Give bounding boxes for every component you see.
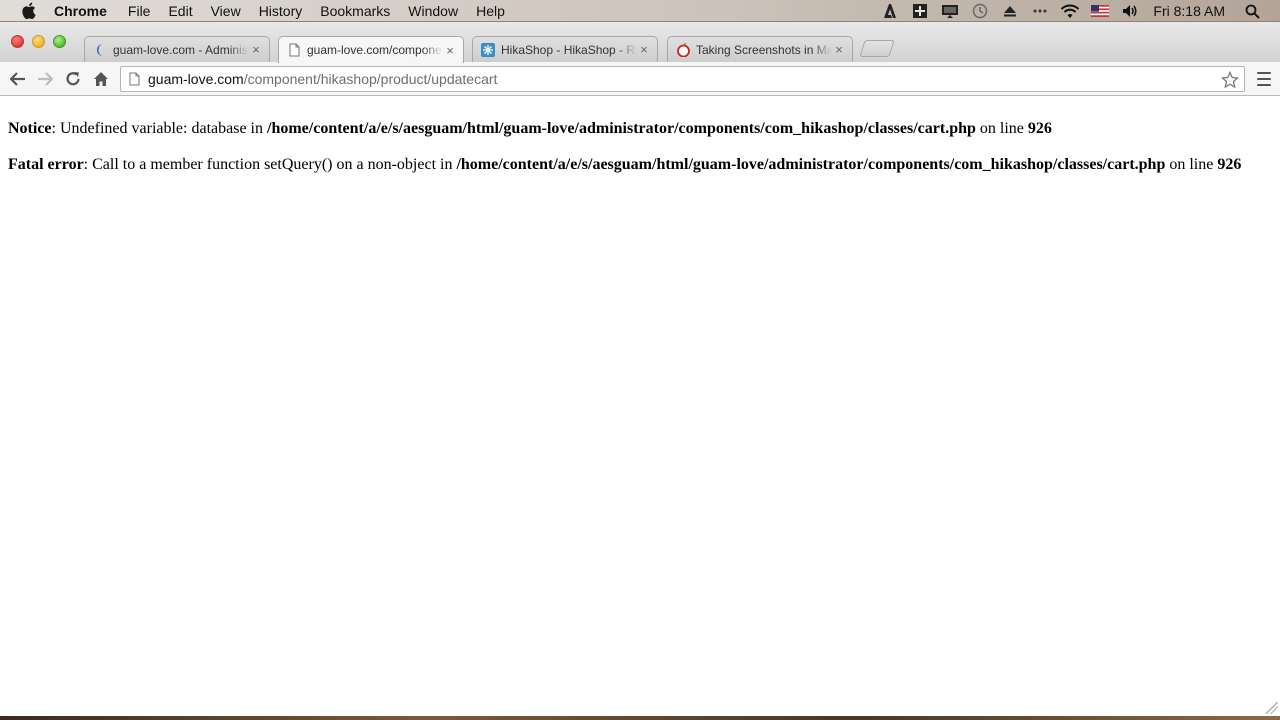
- apple-red-icon: [676, 42, 690, 57]
- tab-title: guam-love.com - Administration: [113, 42, 249, 57]
- mac-menubar: Chrome File Edit View History Bookmarks …: [0, 0, 1280, 22]
- url-host: guam-love.com: [148, 71, 244, 87]
- menu-file[interactable]: File: [119, 0, 160, 22]
- page-content: Notice: Undefined variable: database in …: [0, 97, 1280, 716]
- menu-window[interactable]: Window: [399, 0, 467, 22]
- page-icon: [287, 43, 301, 57]
- browser-window: guam-love.com - Administration × guam-lo…: [0, 22, 1280, 716]
- page-icon: [127, 71, 141, 87]
- error-line-number: 926: [1027, 120, 1052, 137]
- error-file-path: /home/content/a/e/s/aesguam/html/guam-lo…: [267, 120, 976, 137]
- menu-help[interactable]: Help: [467, 0, 514, 22]
- error-file-path: /home/content/a/e/s/aesguam/html/guam-lo…: [456, 156, 1166, 173]
- php-fatal-error-line: Fatal error: Call to a member function s…: [8, 156, 1272, 174]
- error-message: : Undefined variable: database in: [51, 120, 267, 137]
- tab-close-icon[interactable]: ×: [637, 42, 651, 57]
- back-button[interactable]: [6, 67, 30, 91]
- chrome-menu-icon[interactable]: [1256, 70, 1272, 88]
- tab-screenshots[interactable]: Taking Screenshots in Mac OS X ×: [667, 36, 853, 62]
- us-flag-icon[interactable]: [1090, 2, 1110, 20]
- display-icon[interactable]: [940, 2, 960, 20]
- menu-view[interactable]: View: [202, 0, 250, 22]
- forward-button[interactable]: [33, 67, 57, 91]
- tab-close-icon[interactable]: ×: [249, 42, 263, 57]
- joomla-icon: [93, 43, 107, 57]
- tab-title: HikaShop - HikaShop - Report: [501, 42, 637, 57]
- time-machine-icon[interactable]: [970, 2, 990, 20]
- window-resize-grip[interactable]: [1266, 702, 1278, 714]
- reload-button[interactable]: [61, 67, 85, 91]
- eject-icon[interactable]: [1000, 2, 1020, 20]
- apple-menu-icon[interactable]: [19, 2, 37, 20]
- address-bar[interactable]: guam-love.com/component/hikashop/product…: [120, 66, 1245, 92]
- hikashop-icon: [481, 42, 495, 57]
- adobe-icon[interactable]: [880, 2, 900, 20]
- tab-close-icon[interactable]: ×: [832, 42, 846, 57]
- error-line-number: 926: [1217, 156, 1242, 173]
- tab-hikashop[interactable]: HikaShop - HikaShop - Report ×: [472, 36, 658, 62]
- menu-app-chrome[interactable]: Chrome: [54, 0, 119, 22]
- evernote-icon[interactable]: [910, 2, 930, 20]
- window-minimize-button[interactable]: [32, 35, 45, 48]
- home-icon: [94, 72, 108, 86]
- desktop-wallpaper: [0, 716, 1280, 720]
- tab-title: guam-love.com/component/hikashop/product…: [307, 43, 443, 57]
- browser-toolbar: guam-love.com/component/hikashop/product…: [0, 62, 1280, 96]
- error-label: Notice: [8, 120, 52, 137]
- spotlight-icon[interactable]: [1242, 2, 1262, 20]
- error-label: Fatal error: [8, 156, 84, 173]
- menu-history[interactable]: History: [250, 0, 312, 22]
- overflow-dots-icon[interactable]: [1030, 2, 1050, 20]
- tab-title: Taking Screenshots in Mac OS X: [696, 42, 832, 57]
- tab-updatecart[interactable]: guam-love.com/component/hikashop/product…: [278, 36, 464, 63]
- window-zoom-button[interactable]: [53, 35, 66, 48]
- menu-bookmarks[interactable]: Bookmarks: [311, 0, 399, 22]
- error-message: : Call to a member function setQuery() o…: [83, 156, 457, 173]
- tab-close-icon[interactable]: ×: [443, 43, 457, 58]
- menubar-clock[interactable]: Fri 8:18 AM: [1153, 3, 1225, 19]
- volume-icon[interactable]: [1120, 2, 1140, 20]
- tab-strip: guam-love.com - Administration × guam-lo…: [0, 22, 1280, 63]
- forward-arrow-icon: [38, 72, 53, 86]
- home-button[interactable]: [89, 67, 113, 91]
- tab-administration[interactable]: guam-love.com - Administration ×: [84, 36, 270, 62]
- back-arrow-icon: [10, 72, 25, 86]
- error-on-line: on line: [975, 120, 1028, 137]
- wifi-icon[interactable]: [1060, 2, 1080, 20]
- reload-icon: [66, 72, 80, 86]
- php-notice-line: Notice: Undefined variable: database in …: [8, 120, 1272, 138]
- error-on-line: on line: [1165, 156, 1218, 173]
- url-path: /component/hikashop/product/updatecart: [243, 71, 498, 87]
- new-tab-button[interactable]: [859, 40, 895, 57]
- bookmark-star-icon[interactable]: [1220, 70, 1240, 90]
- menu-edit[interactable]: Edit: [159, 0, 201, 22]
- window-close-button[interactable]: [11, 35, 24, 48]
